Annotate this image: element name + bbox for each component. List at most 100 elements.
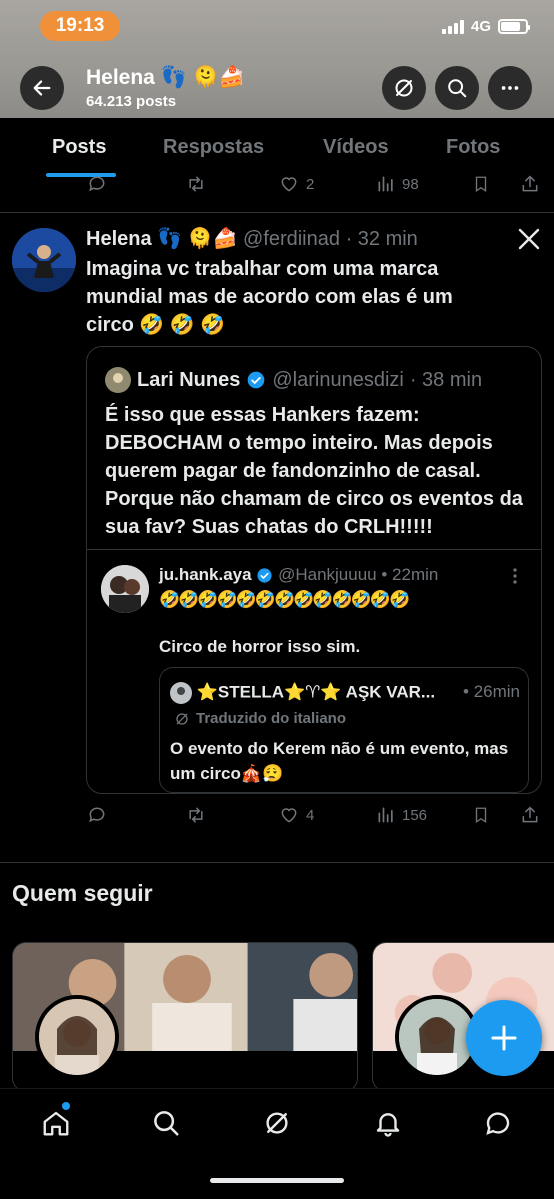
tab-respostas[interactable]: Respostas — [163, 136, 264, 159]
nav-grok[interactable] — [259, 1105, 295, 1141]
reply-button[interactable] — [86, 805, 108, 825]
views-count: 156 — [402, 806, 428, 824]
bookmark-button[interactable] — [472, 174, 490, 194]
tab-fotos[interactable]: Fotos — [446, 136, 500, 159]
bell-icon — [376, 1113, 400, 1137]
quote-time: · 38 min — [409, 368, 483, 391]
inner-quoted-post[interactable]: ⭐STELLA⭐♈⭐ AŞK VAR... • 26min Traduzido … — [159, 667, 529, 793]
back-button[interactable] — [20, 66, 64, 110]
share-icon — [522, 806, 538, 823]
views-icon — [378, 176, 393, 192]
post-author-line: Helena 👣 🫠🍰 @ferdiinad · 32 min — [86, 226, 418, 251]
translated-label: Traduzido do italiano — [174, 710, 346, 727]
translated-text: Traduzido do italiano — [196, 710, 346, 727]
inner-quote-author-line: ⭐STELLA⭐♈⭐ AŞK VAR... • 26min — [170, 682, 520, 704]
post-author-name[interactable]: Helena 👣 🫠🍰 — [86, 228, 237, 250]
quote-author-avatar — [105, 367, 131, 393]
message-icon — [486, 1112, 510, 1135]
more-button[interactable] — [488, 66, 532, 110]
views-icon — [378, 807, 393, 823]
avatar-image — [12, 228, 76, 292]
grok-icon — [176, 712, 188, 725]
nested-quote-text: Circo de horror isso sim. — [159, 637, 361, 656]
quote-author-line: Lari Nunes @larinunesdizi · 38 min — [105, 367, 482, 393]
reply-icon — [89, 807, 105, 823]
inner-quote-time: • 26min — [463, 682, 520, 701]
repost-icon — [189, 176, 203, 192]
quote-text: É isso que essas Hankers fazem: DEBOCHAM… — [105, 404, 523, 538]
home-icon — [43, 1111, 69, 1136]
quote-divider — [87, 549, 541, 550]
search-icon — [448, 79, 467, 98]
inner-quote-avatar — [170, 682, 192, 704]
share-button[interactable] — [520, 805, 540, 825]
like-button[interactable]: 4 — [278, 805, 314, 825]
quote-author-handle: @larinunesdizi — [272, 368, 404, 391]
home-indicator — [210, 1178, 344, 1183]
grok-icon — [266, 1112, 288, 1134]
status-bar: 19:13 4G — [0, 0, 554, 52]
bookmark-button[interactable] — [472, 805, 490, 825]
nested-quote-author-name: ju.hank.aya — [159, 565, 252, 584]
repost-button[interactable] — [184, 174, 208, 194]
verified-badge-icon — [257, 568, 272, 583]
battery-icon — [498, 19, 530, 34]
share-icon — [522, 175, 538, 192]
who-to-follow-title: Quem seguir — [12, 880, 153, 906]
heart-icon — [281, 808, 297, 823]
share-button[interactable] — [520, 174, 540, 194]
grok-icon — [395, 79, 413, 97]
nav-messages[interactable] — [480, 1105, 516, 1141]
plus-icon — [491, 1025, 517, 1051]
repost-icon — [189, 807, 203, 823]
header-post-count: 64.213 posts — [86, 93, 177, 110]
inner-quote-text: O evento do Kerem não é um evento, mas u… — [170, 739, 509, 783]
like-count: 2 — [306, 175, 315, 193]
tab-posts[interactable]: Posts — [52, 136, 106, 159]
like-count: 4 — [306, 806, 315, 824]
signal-icon — [441, 19, 464, 34]
nested-quote-avatar — [101, 565, 149, 613]
search-icon — [154, 1111, 179, 1136]
divider — [0, 862, 554, 863]
heart-icon — [281, 177, 297, 192]
verified-badge-icon — [248, 371, 265, 389]
quoted-post[interactable]: Lari Nunes @larinunesdizi · 38 min É iss… — [86, 346, 542, 794]
inner-quote-author-name: ⭐STELLA⭐♈⭐ AŞK VAR... — [196, 682, 436, 702]
quote-author-name: Lari Nunes — [137, 368, 241, 391]
nav-notifications[interactable] — [370, 1105, 406, 1141]
nav-search[interactable] — [148, 1105, 184, 1141]
views-button[interactable]: 98 — [376, 174, 419, 194]
nested-quote-emojis: 🤣🤣🤣🤣🤣🤣🤣🤣🤣🤣🤣🤣🤣 — [159, 590, 410, 609]
more-vertical-icon[interactable] — [511, 567, 519, 585]
repost-button[interactable] — [184, 805, 208, 825]
post-text: Imagina vc trabalhar com uma marca mundi… — [86, 258, 453, 336]
network-label: 4G — [470, 18, 491, 35]
post-actions: 4 156 — [0, 805, 554, 831]
more-icon — [501, 86, 519, 90]
nested-quote-author-line: ju.hank.aya @Hankjuuuu • 22min — [159, 565, 438, 585]
follow-card[interactable] — [12, 942, 358, 1092]
views-count: 98 — [402, 175, 419, 193]
status-time: 19:13 — [40, 11, 120, 41]
post-author-handle[interactable]: @ferdiinad — [243, 228, 340, 250]
compose-button[interactable] — [466, 1000, 542, 1076]
views-button[interactable]: 156 — [376, 805, 427, 825]
profile-tabs: Posts Respostas Vídeos Fotos — [0, 118, 554, 178]
reply-button[interactable] — [86, 174, 108, 194]
prev-post-actions: 2 98 — [0, 174, 554, 200]
header-name: Helena 👣 🫠🍰 — [86, 66, 245, 89]
author-avatar[interactable] — [12, 228, 76, 292]
grok-button[interactable] — [382, 66, 426, 110]
reply-icon — [89, 176, 105, 192]
tab-videos[interactable]: Vídeos — [323, 136, 389, 159]
bookmark-icon — [475, 176, 487, 193]
arrow-left-icon — [33, 80, 51, 96]
nested-quote-handle: @Hankjuuuu — [278, 565, 377, 584]
search-button[interactable] — [435, 66, 479, 110]
x-logo-icon — [518, 228, 540, 250]
nested-quote-time: • 22min — [381, 565, 439, 584]
home-notification-dot — [62, 1102, 70, 1110]
nav-home[interactable] — [38, 1105, 74, 1141]
like-button[interactable]: 2 — [278, 174, 314, 194]
